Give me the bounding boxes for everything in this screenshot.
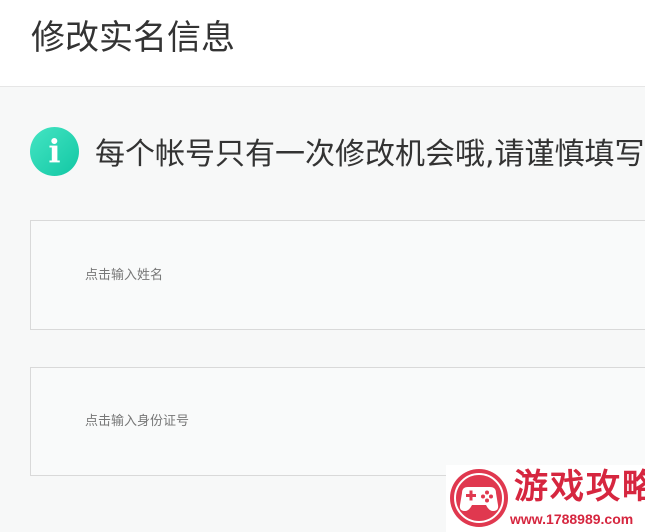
id-number-input[interactable]: [85, 368, 605, 475]
watermark: 游戏攻略 www.1788989.com: [446, 465, 645, 532]
watermark-title: 游戏攻略: [514, 467, 645, 507]
id-number-field-container[interactable]: [30, 367, 645, 476]
name-input[interactable]: [85, 221, 605, 329]
page-title: 修改实名信息: [31, 18, 235, 58]
header-bar: 修改实名信息: [0, 0, 645, 87]
info-icon: i: [30, 126, 79, 176]
watermark-url: www.1788989.com: [510, 511, 634, 527]
gamepad-logo-icon: [450, 469, 508, 527]
notice-text: 每个帐号只有一次修改机会哦,请谨慎填写: [95, 137, 645, 172]
name-field-container[interactable]: [30, 220, 645, 330]
notice-banner: i 每个帐号只有一次修改机会哦,请谨慎填写: [30, 126, 645, 176]
